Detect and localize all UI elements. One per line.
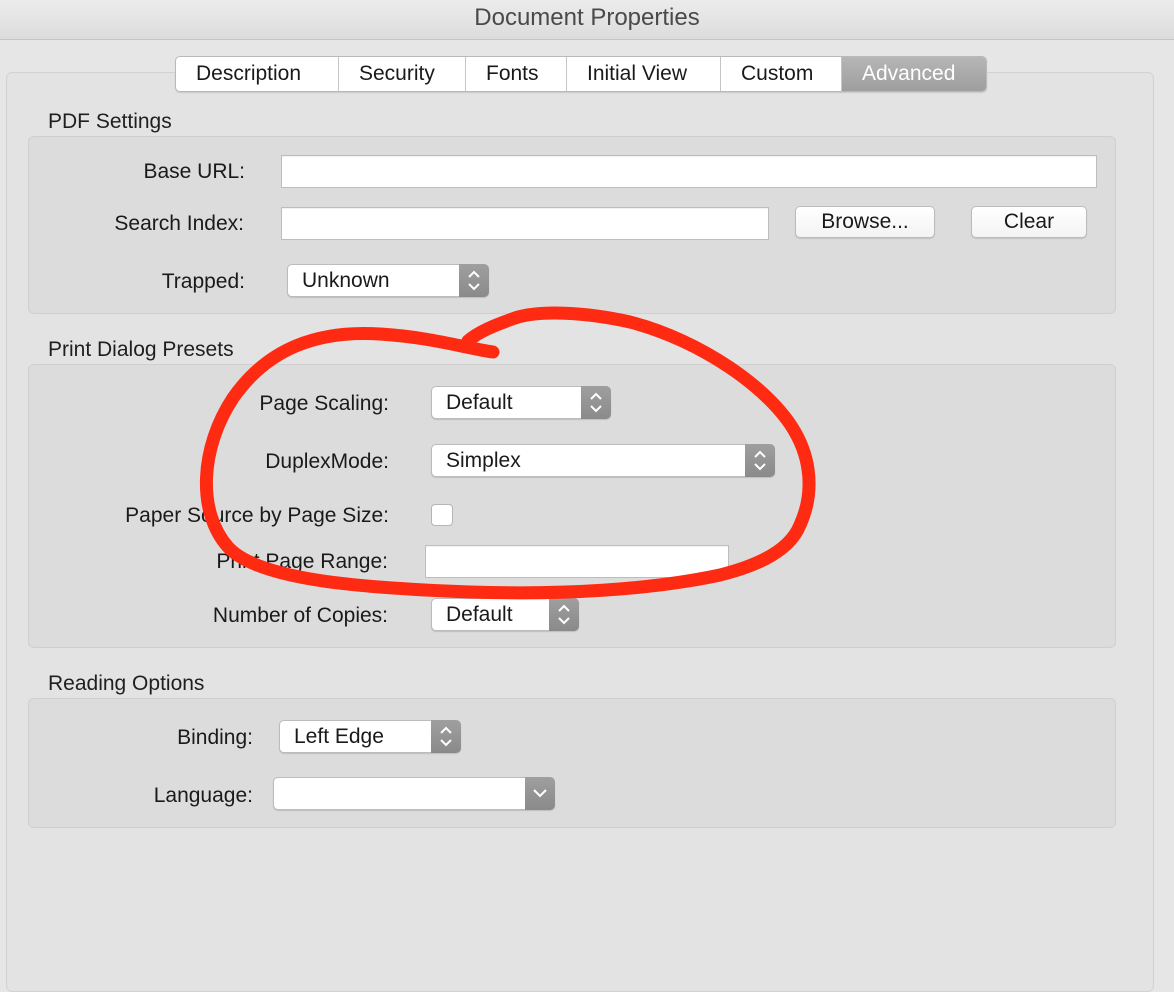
up-down-chevron-icon bbox=[459, 264, 489, 297]
duplex-mode-popup[interactable]: Simplex bbox=[431, 444, 775, 477]
reading-options-heading: Reading Options bbox=[48, 672, 205, 695]
page-scaling-popup[interactable]: Default bbox=[431, 386, 611, 419]
binding-value: Left Edge bbox=[294, 725, 384, 748]
window-titlebar: Document Properties bbox=[0, 0, 1174, 40]
up-down-chevron-icon bbox=[431, 720, 461, 753]
paper-source-checkbox[interactable] bbox=[431, 504, 453, 526]
reading-options-group bbox=[28, 698, 1116, 828]
base-url-field[interactable] bbox=[281, 155, 1097, 188]
tab-bar: Description Security Fonts Initial View … bbox=[175, 56, 987, 92]
up-down-chevron-icon bbox=[549, 598, 579, 631]
page-scaling-label: Page Scaling: bbox=[259, 392, 389, 415]
search-index-label: Search Index: bbox=[114, 212, 244, 235]
base-url-label: Base URL: bbox=[143, 160, 245, 183]
trapped-value: Unknown bbox=[302, 269, 390, 292]
trapped-popup[interactable]: Unknown bbox=[287, 264, 489, 297]
tab-fonts[interactable]: Fonts bbox=[466, 57, 567, 91]
print-page-range-field[interactable] bbox=[425, 545, 729, 578]
page-scaling-value: Default bbox=[446, 391, 513, 414]
tab-description[interactable]: Description bbox=[176, 57, 339, 91]
binding-label: Binding: bbox=[177, 726, 253, 749]
trapped-label: Trapped: bbox=[161, 270, 245, 293]
up-down-chevron-icon bbox=[745, 444, 775, 477]
paper-source-label: Paper Source by Page Size: bbox=[125, 504, 389, 527]
print-page-range-label: Print Page Range: bbox=[216, 550, 388, 573]
tab-security[interactable]: Security bbox=[339, 57, 466, 91]
tab-advanced[interactable]: Advanced bbox=[842, 57, 986, 91]
chevron-down-icon[interactable] bbox=[525, 777, 555, 810]
browse-button[interactable]: Browse... bbox=[795, 206, 935, 238]
duplex-mode-label: DuplexMode: bbox=[265, 450, 389, 473]
number-of-copies-popup[interactable]: Default bbox=[431, 598, 579, 631]
number-of-copies-value: Default bbox=[446, 603, 513, 626]
tab-initial-view[interactable]: Initial View bbox=[567, 57, 721, 91]
tab-custom[interactable]: Custom bbox=[721, 57, 842, 91]
language-combo[interactable] bbox=[273, 777, 555, 810]
clear-button[interactable]: Clear bbox=[971, 206, 1087, 238]
duplex-mode-value: Simplex bbox=[446, 449, 521, 472]
window-title: Document Properties bbox=[474, 4, 700, 31]
language-label: Language: bbox=[153, 784, 253, 807]
pdf-settings-heading: PDF Settings bbox=[48, 110, 172, 133]
print-presets-heading: Print Dialog Presets bbox=[48, 338, 234, 361]
search-index-field[interactable] bbox=[281, 207, 769, 240]
number-of-copies-label: Number of Copies: bbox=[212, 604, 388, 627]
binding-popup[interactable]: Left Edge bbox=[279, 720, 461, 753]
up-down-chevron-icon bbox=[581, 386, 611, 419]
